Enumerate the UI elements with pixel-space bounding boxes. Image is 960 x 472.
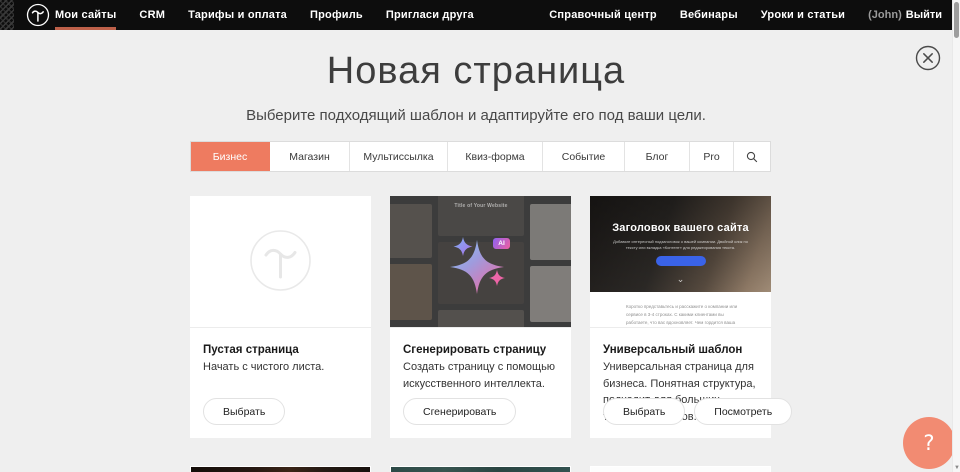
ai-badge: AI (493, 238, 510, 249)
topbar-nav-right: Справочный центр Вебинары Уроки и статьи… (549, 0, 942, 30)
card-title: Сгенерировать страницу (403, 344, 546, 356)
choose-template-button[interactable]: Выбрать (603, 398, 685, 425)
blank-page-preview (190, 196, 371, 328)
tab-store[interactable]: Магазин (270, 142, 350, 171)
scrollbar-thumb[interactable] (954, 2, 959, 38)
card-description: Создать страницу с помощью искусственног… (403, 359, 561, 392)
card-universal-template: Заголовок вашего сайта Добавьте интересн… (590, 196, 771, 438)
nav-invite-friend[interactable]: Пригласи друга (386, 0, 474, 30)
chevron-down-icon: ⌄ (590, 275, 771, 284)
ai-sparkle-icon (390, 196, 571, 328)
search-icon (746, 151, 758, 163)
card-next-row-3[interactable] (590, 466, 771, 472)
nav-my-sites[interactable]: Мои сайты (55, 0, 116, 30)
topbar: Мои сайты CRM Тарифы и оплата Профиль Пр… (0, 0, 960, 30)
next-row-3-preview (591, 467, 770, 472)
user-name: (John) (868, 9, 902, 21)
template-preview: Заголовок вашего сайта Добавьте интересн… (590, 196, 771, 328)
nav-help-center[interactable]: Справочный центр (549, 0, 657, 30)
card-next-row-2[interactable] (390, 466, 571, 472)
tab-pro[interactable]: Pro (690, 142, 734, 171)
close-icon (915, 45, 941, 71)
tab-quiz-form[interactable]: Квиз-форма (448, 142, 543, 171)
close-button[interactable] (915, 45, 941, 71)
nav-pricing[interactable]: Тарифы и оплата (188, 0, 287, 30)
nav-webinars[interactable]: Вебинары (680, 0, 738, 30)
generate-button[interactable]: Сгенерировать (403, 398, 516, 425)
nav-crm[interactable]: CRM (139, 0, 165, 30)
tilda-logo[interactable] (26, 3, 50, 27)
next-row-2-preview (391, 467, 570, 472)
template-category-tabs: Бизнес Магазин Мультиссылка Квиз-форма С… (190, 141, 771, 172)
logout-label: Выйти (906, 9, 942, 21)
template-body-text: Коротко представьтесь и расскажите о ком… (626, 303, 738, 328)
tab-search[interactable] (734, 142, 770, 171)
tilda-watermark-icon (249, 229, 312, 297)
nav-logout[interactable]: (John) Выйти (868, 0, 942, 30)
page-scrollbar[interactable]: ▼ (952, 0, 960, 472)
view-template-button[interactable]: Посмотреть (694, 398, 792, 425)
page-subtitle: Выберите подходящий шаблон и адаптируйте… (0, 107, 952, 124)
template-hero-cta (656, 256, 706, 266)
template-body-section: Коротко представьтесь и расскажите о ком… (590, 292, 771, 328)
next-row-1-preview (191, 467, 370, 472)
nav-profile[interactable]: Профиль (310, 0, 363, 30)
template-hero: Заголовок вашего сайта Добавьте интересн… (590, 196, 771, 292)
tab-event[interactable]: Событие (543, 142, 625, 171)
tab-multilink[interactable]: Мультиссылка (350, 142, 448, 171)
template-hero-subtitle: Добавьте интересный подзаголовок о вашей… (612, 239, 749, 252)
nav-lessons[interactable]: Уроки и статьи (761, 0, 845, 30)
card-next-row-1[interactable] (190, 466, 371, 472)
page-title: Новая страница (0, 50, 952, 93)
card-ai-generate: Title of Your Website (390, 196, 571, 438)
topbar-left-pattern (0, 0, 14, 30)
card-blank-page: Пустая страница Начать с чистого листа. … (190, 196, 371, 438)
choose-blank-button[interactable]: Выбрать (203, 398, 285, 425)
card-description: Начать с чистого листа. (203, 359, 361, 376)
help-button[interactable]: ? (903, 417, 955, 469)
ai-preview-collage: Title of Your Website (390, 196, 571, 328)
card-title: Пустая страница (203, 344, 299, 356)
card-title: Универсальный шаблон (603, 344, 742, 356)
scrollbar-down-arrow[interactable]: ▼ (953, 465, 960, 471)
tab-blog[interactable]: Блог (625, 142, 690, 171)
template-hero-title: Заголовок вашего сайта (590, 222, 771, 234)
tab-business[interactable]: Бизнес (191, 142, 270, 171)
topbar-nav-left: Мои сайты CRM Тарифы и оплата Профиль Пр… (55, 0, 474, 30)
